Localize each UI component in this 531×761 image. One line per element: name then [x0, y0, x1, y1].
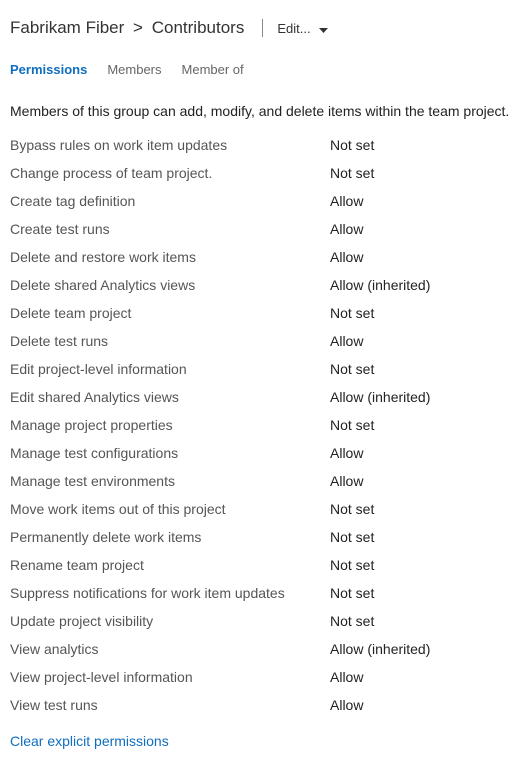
permission-label: Delete test runs — [10, 333, 330, 349]
permission-value: Allow — [330, 697, 363, 713]
group-description: Members of this group can add, modify, a… — [0, 81, 531, 119]
permission-row[interactable]: Delete shared Analytics viewsAllow (inhe… — [10, 271, 521, 299]
edit-dropdown-label: Edit... — [277, 21, 310, 36]
tab-permissions[interactable]: Permissions — [10, 62, 87, 81]
permission-value: Not set — [330, 165, 374, 181]
permission-row[interactable]: Manage project propertiesNot set — [10, 411, 521, 439]
permission-value: Allow (inherited) — [330, 389, 430, 405]
permission-row[interactable]: Manage test configurationsAllow — [10, 439, 521, 467]
edit-dropdown[interactable]: Edit... — [277, 21, 327, 36]
permission-label: Delete team project — [10, 305, 330, 321]
permission-row[interactable]: Edit project-level informationNot set — [10, 355, 521, 383]
breadcrumb-group[interactable]: Contributors — [152, 18, 245, 37]
tab-members[interactable]: Members — [107, 62, 161, 81]
permission-row[interactable]: Delete test runsAllow — [10, 327, 521, 355]
permission-label: Delete and restore work items — [10, 249, 330, 265]
permission-row[interactable]: Delete and restore work itemsAllow — [10, 243, 521, 271]
breadcrumb-project[interactable]: Fabrikam Fiber — [10, 18, 124, 37]
permission-value: Allow — [330, 473, 363, 489]
divider — [262, 19, 263, 37]
permission-value: Not set — [330, 585, 374, 601]
permission-label: Change process of team project. — [10, 165, 330, 181]
permission-label: Edit shared Analytics views — [10, 389, 330, 405]
permission-label: Manage project properties — [10, 417, 330, 433]
permission-value: Allow — [330, 249, 363, 265]
permission-row[interactable]: Change process of team project.Not set — [10, 159, 521, 187]
permissions-list: Bypass rules on work item updatesNot set… — [0, 119, 531, 719]
caret-down-icon — [319, 21, 328, 36]
permission-row[interactable]: View project-level informationAllow — [10, 663, 521, 691]
permission-value: Not set — [330, 305, 374, 321]
permission-value: Allow (inherited) — [330, 641, 430, 657]
permission-label: View analytics — [10, 641, 330, 657]
permission-row[interactable]: View analyticsAllow (inherited) — [10, 635, 521, 663]
permission-label: Move work items out of this project — [10, 501, 330, 517]
permission-value: Allow — [330, 193, 363, 209]
permission-label: Rename team project — [10, 557, 330, 573]
permission-label: Create tag definition — [10, 193, 330, 209]
permission-row[interactable]: Delete team projectNot set — [10, 299, 521, 327]
permission-value: Allow — [330, 333, 363, 349]
permission-value: Allow — [330, 445, 363, 461]
permission-row[interactable]: Manage test environmentsAllow — [10, 467, 521, 495]
permission-row[interactable]: Update project visibilityNot set — [10, 607, 521, 635]
permission-value: Allow — [330, 669, 363, 685]
permission-row[interactable]: Suppress notifications for work item upd… — [10, 579, 521, 607]
permission-row[interactable]: Move work items out of this projectNot s… — [10, 495, 521, 523]
permission-label: View project-level information — [10, 669, 330, 685]
permission-label: Permanently delete work items — [10, 529, 330, 545]
permission-label: Suppress notifications for work item upd… — [10, 585, 330, 601]
permission-row[interactable]: Create tag definitionAllow — [10, 187, 521, 215]
permission-value: Not set — [330, 557, 374, 573]
permission-row[interactable]: Permanently delete work itemsNot set — [10, 523, 521, 551]
permission-value: Not set — [330, 529, 374, 545]
permission-label: Manage test environments — [10, 473, 330, 489]
breadcrumb-separator: > — [133, 18, 143, 37]
tab-memberof[interactable]: Member of — [182, 62, 244, 81]
permission-label: View test runs — [10, 697, 330, 713]
permission-row[interactable]: Edit shared Analytics viewsAllow (inheri… — [10, 383, 521, 411]
breadcrumb: Fabrikam Fiber > Contributors — [10, 18, 244, 38]
permission-label: Delete shared Analytics views — [10, 277, 330, 293]
permission-label: Manage test configurations — [10, 445, 330, 461]
permission-value: Not set — [330, 361, 374, 377]
page-header: Fabrikam Fiber > Contributors Edit... — [0, 0, 531, 38]
permission-label: Edit project-level information — [10, 361, 330, 377]
permission-value: Allow (inherited) — [330, 277, 430, 293]
permission-value: Allow — [330, 221, 363, 237]
permission-value: Not set — [330, 501, 374, 517]
clear-explicit-permissions-link[interactable]: Clear explicit permissions — [0, 719, 179, 749]
permission-label: Bypass rules on work item updates — [10, 137, 330, 153]
permission-label: Create test runs — [10, 221, 330, 237]
permission-value: Not set — [330, 613, 374, 629]
tab-bar: Permissions Members Member of — [0, 38, 531, 81]
permission-value: Not set — [330, 417, 374, 433]
permission-value: Not set — [330, 137, 374, 153]
permission-row[interactable]: Rename team projectNot set — [10, 551, 521, 579]
permission-row[interactable]: View test runsAllow — [10, 691, 521, 719]
permission-row[interactable]: Create test runsAllow — [10, 215, 521, 243]
permission-label: Update project visibility — [10, 613, 330, 629]
permission-row[interactable]: Bypass rules on work item updatesNot set — [10, 131, 521, 159]
